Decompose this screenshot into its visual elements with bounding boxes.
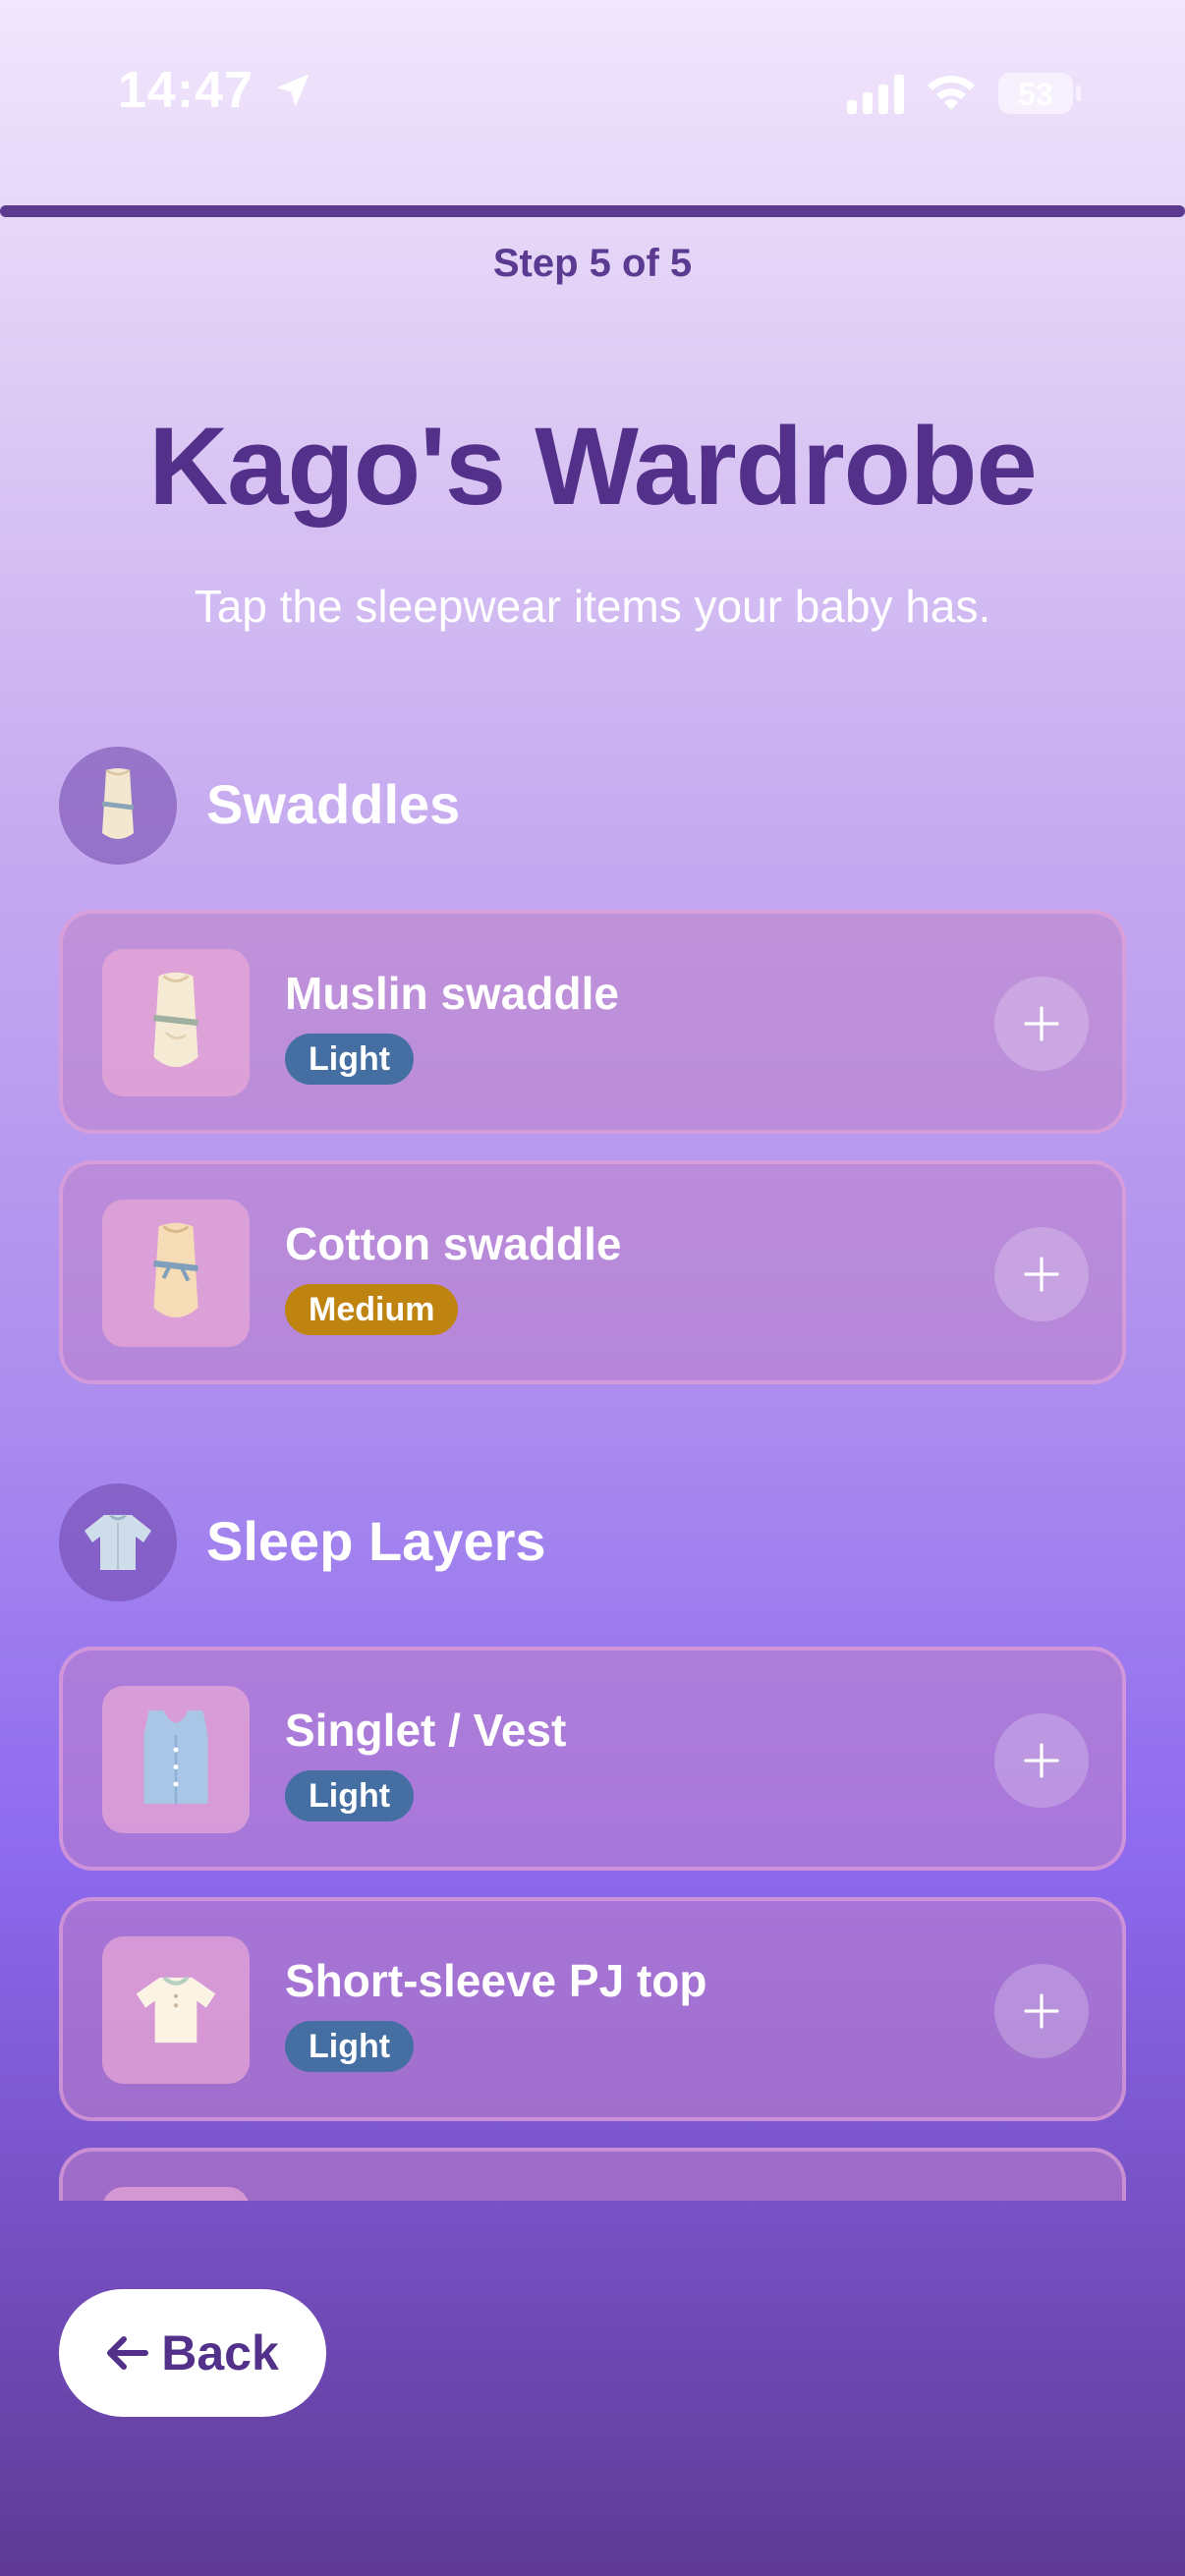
add-button[interactable]	[994, 1713, 1089, 1808]
wardrobe-item-muslin-swaddle[interactable]: Muslin swaddle Light	[59, 910, 1126, 1134]
item-name: Cotton swaddle	[285, 1218, 622, 1269]
wardrobe-item-singlet-vest[interactable]: Singlet / Vest Light	[59, 1647, 1126, 1871]
warmth-badge: Light	[285, 1034, 415, 1085]
plus-icon	[1024, 1006, 1059, 1041]
plus-icon	[1024, 1743, 1059, 1778]
location-arrow-icon	[276, 74, 310, 107]
muslin-swaddle-icon	[102, 949, 250, 1096]
section-header-swaddles: Swaddles	[59, 747, 1130, 865]
wardrobe-item-partial[interactable]	[59, 2148, 1126, 2201]
add-button[interactable]	[994, 1964, 1089, 2058]
arrow-left-icon	[107, 2336, 149, 2370]
status-bar: 14:47 53	[0, 0, 1185, 187]
add-button[interactable]	[994, 977, 1089, 1071]
item-thumbnail	[102, 2187, 250, 2201]
item-name: Singlet / Vest	[285, 1705, 567, 1756]
step-label: Step 5 of 5	[492, 242, 693, 285]
wifi-icon	[928, 76, 975, 110]
sleep-layers-icon	[59, 1484, 177, 1601]
warmth-badge: Medium	[285, 1284, 459, 1335]
wardrobe-list[interactable]: Swaddles Muslin swaddle Light Cotton swa…	[0, 727, 1185, 2201]
section-header-sleep-layers: Sleep Layers	[59, 1484, 1130, 1601]
swaddle-icon	[59, 747, 177, 865]
page-subtitle: Tap the sleepwear items your baby has.	[194, 581, 991, 632]
battery-icon: 53	[998, 73, 1081, 114]
battery-level: 53	[1018, 77, 1053, 112]
plus-icon	[1024, 1257, 1059, 1292]
wardrobe-item-cotton-swaddle[interactable]: Cotton swaddle Medium	[59, 1160, 1126, 1384]
section-title: Swaddles	[206, 773, 461, 835]
cellular-signal-icon	[847, 75, 904, 114]
add-button[interactable]	[994, 1227, 1089, 1321]
progress-fill	[0, 205, 1185, 217]
status-time: 14:47	[118, 62, 254, 119]
warmth-badge: Light	[285, 2021, 415, 2072]
page-title: Kago's Wardrobe	[148, 405, 1038, 528]
back-label: Back	[161, 2325, 279, 2380]
back-button[interactable]: Back	[59, 2289, 326, 2417]
item-name: Muslin swaddle	[285, 968, 619, 1019]
item-name: Short-sleeve PJ top	[285, 1955, 707, 2006]
section-title: Sleep Layers	[206, 1510, 546, 1572]
singlet-vest-icon	[102, 1686, 250, 1833]
short-sleeve-pj-top-icon	[102, 1936, 250, 2084]
wardrobe-item-short-sleeve-pj-top[interactable]: Short-sleeve PJ top Light	[59, 1897, 1126, 2121]
warmth-badge: Light	[285, 1770, 415, 1821]
progress-bar	[0, 205, 1185, 217]
plus-icon	[1024, 1993, 1059, 2029]
cotton-swaddle-icon	[102, 1200, 250, 1347]
